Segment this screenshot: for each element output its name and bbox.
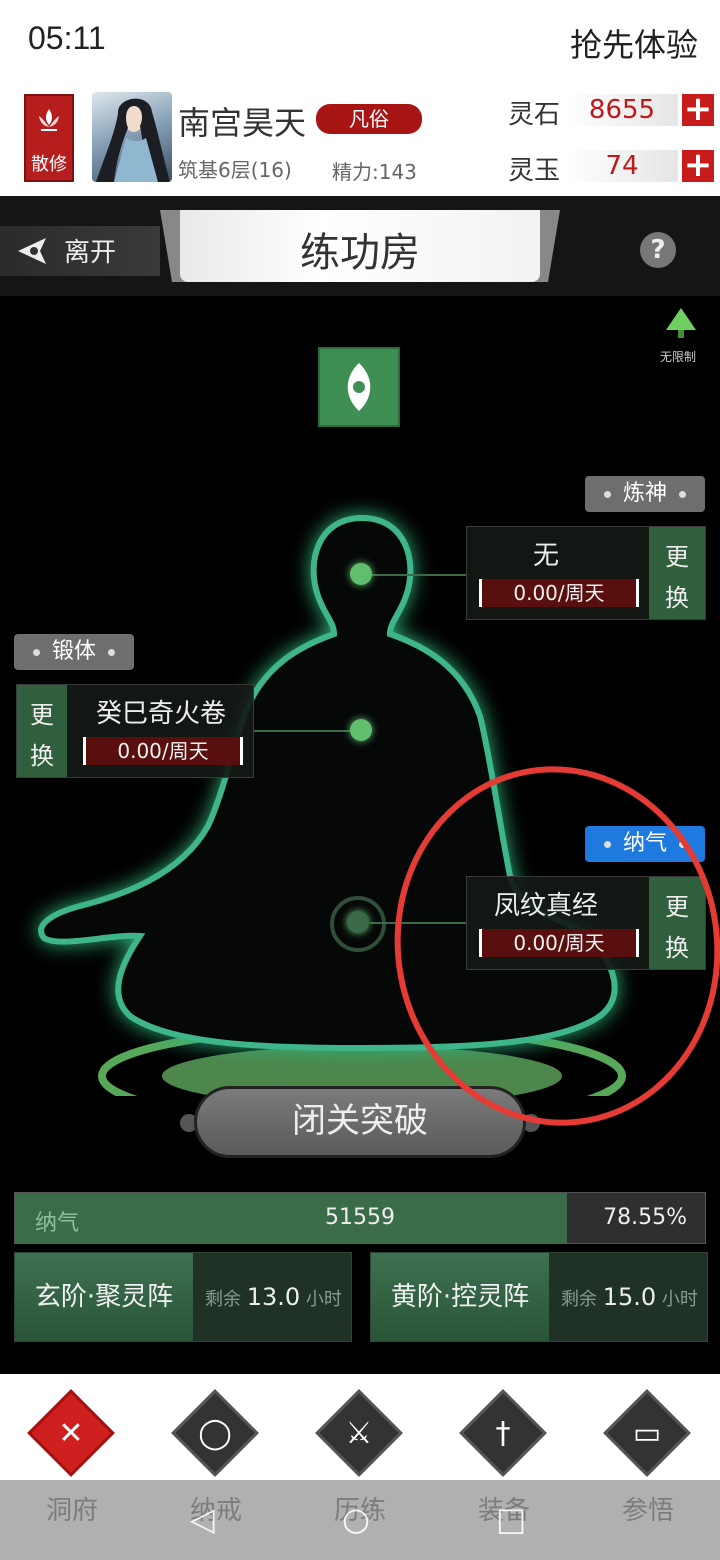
remain-hours: 13.0 <box>246 1283 301 1311</box>
qi-progress-bar: 纳气 51559 78.55% <box>14 1192 706 1244</box>
title-plate: 练功房 <box>180 210 540 282</box>
system-recents-icon[interactable]: □ <box>496 1500 526 1538</box>
leave-label: 离开 <box>64 238 117 268</box>
array-remaining: 剩余 15.0 小时 <box>561 1283 698 1311</box>
connector-line <box>252 730 352 732</box>
body-node[interactable] <box>350 719 372 741</box>
remain-prefix: 剩余 <box>205 1289 241 1310</box>
body-technique-slot[interactable]: 更 换 癸巳奇火卷 0.00/周天 <box>16 684 254 778</box>
swap-char-1: 更 <box>665 543 689 571</box>
swap-char-2: 换 <box>665 584 689 612</box>
spirit-jade-value: 74 <box>566 150 678 182</box>
status-time: 05:11 <box>28 20 106 56</box>
player-header: 散修 南宫昊天 凡俗 筑基6层(16) 精力:143 灵石 8655 + 灵玉 … <box>0 84 720 196</box>
avatar[interactable] <box>92 92 172 182</box>
qi-progress-value: 51559 <box>325 1205 395 1230</box>
spirit-technique-slot[interactable]: 无 0.00/周天 更 换 <box>466 526 706 620</box>
spirit-technique-rate: 0.00/周天 <box>479 579 639 607</box>
array-button-yellow[interactable]: 黄阶·控灵阵 剩余 15.0 小时 <box>370 1252 708 1342</box>
system-back-icon[interactable]: ◁ <box>190 1500 215 1538</box>
array-name: 玄阶·聚灵阵 <box>15 1253 193 1341</box>
tag-dot <box>603 490 611 498</box>
status-bar: 05:11 抢先体验 <box>0 0 720 84</box>
sect-label: 散修 <box>31 154 67 175</box>
leave-button[interactable]: 离开 <box>0 226 160 276</box>
spirit-stone-value: 8655 <box>566 94 678 126</box>
body-technique-name: 癸巳奇火卷 <box>95 699 226 729</box>
crossed-swords-icon: ⚔ <box>345 1416 373 1451</box>
page-title: 练功房 <box>300 230 420 276</box>
cultivation-level: 筑基6层(16) <box>178 158 292 182</box>
avatar-portrait <box>96 98 170 182</box>
add-spirit-stone-button[interactable]: + <box>682 92 714 126</box>
dagger-icon: † <box>495 1416 511 1451</box>
eye-gem-icon <box>347 363 371 411</box>
array-button-mystic[interactable]: 玄阶·聚灵阵 剩余 13.0 小时 <box>14 1252 352 1342</box>
tree-icon[interactable] <box>662 306 700 342</box>
body-tag: 锻体 <box>14 634 134 670</box>
array-name: 黄阶·控灵阵 <box>371 1253 549 1341</box>
title-bar: 离开 练功房 ? <box>0 196 720 296</box>
spirit-technique-name: 无 <box>532 541 559 571</box>
spirit-swap-button[interactable]: 更 换 <box>649 527 705 619</box>
remain-hours: 15.0 <box>602 1283 657 1311</box>
remain-unit: 小时 <box>305 1289 342 1310</box>
system-home-icon[interactable]: ○ <box>342 1500 370 1538</box>
remain-prefix: 剩余 <box>561 1289 597 1310</box>
tag-dot <box>108 648 115 656</box>
help-button[interactable]: ? <box>640 232 676 268</box>
cross-icon: ✕ <box>58 1416 84 1451</box>
add-spirit-jade-button[interactable]: + <box>682 148 714 182</box>
player-name: 南宫昊天 <box>178 104 307 142</box>
body-tag-label: 锻体 <box>51 639 96 664</box>
energy-value: 精力:143 <box>332 160 417 184</box>
qi-progress-percent: 78.55% <box>603 1205 687 1230</box>
rank-badge: 凡俗 <box>316 104 422 134</box>
spirit-tag: 炼神 <box>585 476 705 512</box>
lotus-icon <box>39 109 59 131</box>
connector-line <box>370 574 470 576</box>
tag-dot <box>679 490 686 498</box>
tag-dot <box>32 648 40 656</box>
early-access-label[interactable]: 抢先体验 <box>570 20 698 66</box>
swap-char-2: 换 <box>30 742 54 770</box>
ring-icon: ◯ <box>198 1416 232 1451</box>
array-remaining: 剩余 13.0 小时 <box>205 1283 342 1311</box>
book-icon: ▭ <box>632 1416 662 1451</box>
body-technique-rate: 0.00/周天 <box>83 737 243 765</box>
location-button[interactable] <box>318 347 400 427</box>
back-arrow-icon <box>18 238 46 264</box>
remain-unit: 小时 <box>661 1289 698 1310</box>
unlimited-label: 无限制 <box>660 350 697 364</box>
spirit-stone-label: 灵石 <box>508 100 561 130</box>
qi-node[interactable] <box>347 911 369 933</box>
spirit-jade-label: 灵玉 <box>508 156 561 186</box>
sect-badge[interactable]: 散修 <box>24 94 74 182</box>
spirit-node[interactable] <box>350 563 372 585</box>
spirit-tag-label: 炼神 <box>622 481 667 506</box>
